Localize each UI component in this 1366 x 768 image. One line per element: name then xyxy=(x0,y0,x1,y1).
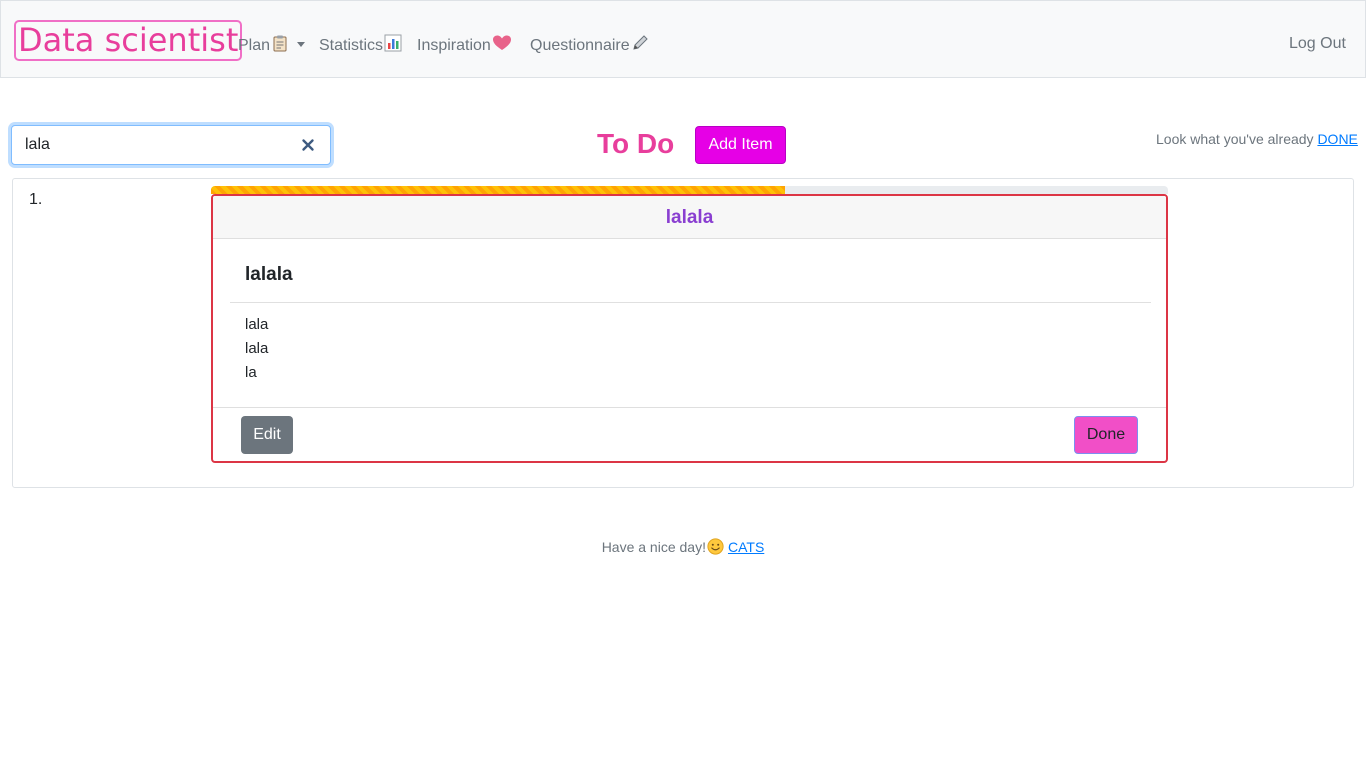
card-line: la xyxy=(245,364,257,381)
heart-icon xyxy=(492,34,512,58)
done-button[interactable]: Done xyxy=(1074,416,1138,454)
footer-text: Have a nice day! xyxy=(601,539,706,555)
nav-plan-label: Plan xyxy=(238,37,271,54)
done-link-prefix: Look what you've already xyxy=(1156,131,1318,147)
card-title: lalala xyxy=(245,264,293,285)
logout-link[interactable]: Log Out xyxy=(1289,34,1346,54)
cats-link[interactable]: CATS xyxy=(728,539,764,555)
card-divider xyxy=(230,302,1151,303)
nav-questionnaire[interactable]: Questionnaire xyxy=(530,34,649,58)
add-item-button[interactable]: Add Item xyxy=(695,126,786,164)
page-title: To Do xyxy=(597,128,675,159)
card-footer: Edit Done xyxy=(213,407,1166,461)
item-progress xyxy=(211,186,1168,194)
nav-statistics-label: Statistics xyxy=(319,37,384,54)
smile-icon xyxy=(707,538,724,559)
card-line: lala xyxy=(245,316,269,333)
nav-inspiration-label: Inspiration xyxy=(417,37,491,54)
done-link-row: Look what you've already DONE xyxy=(1156,131,1358,148)
chevron-down-icon xyxy=(297,42,306,47)
edit-button[interactable]: Edit xyxy=(241,416,293,454)
card-line: lala xyxy=(245,340,269,357)
search-box xyxy=(11,125,331,165)
card-body: lala lala la xyxy=(245,313,268,385)
footer: Have a nice day! CATS xyxy=(0,538,1366,559)
navbar: Data scientist Plan Statistics Inspirati… xyxy=(0,0,1366,78)
nav-inspiration[interactable]: Inspiration xyxy=(417,34,512,58)
nav-questionnaire-label: Questionnaire xyxy=(530,37,630,54)
brand-logo[interactable]: Data scientist xyxy=(14,20,243,61)
card-header: lalala xyxy=(213,196,1166,239)
todo-card: lalala lalala lala lala la Edit Done xyxy=(211,194,1168,463)
done-link[interactable]: DONE xyxy=(1317,131,1357,147)
bar-chart-icon xyxy=(384,34,402,58)
list-item-number: 1. xyxy=(29,191,43,208)
clipboard-icon xyxy=(271,34,289,58)
close-icon[interactable] xyxy=(301,138,315,152)
nav-plan[interactable]: Plan xyxy=(238,34,306,58)
pencil-icon xyxy=(631,34,649,58)
item-progress-bar xyxy=(211,186,786,194)
search-input[interactable] xyxy=(12,126,292,164)
nav-statistics[interactable]: Statistics xyxy=(319,34,402,58)
